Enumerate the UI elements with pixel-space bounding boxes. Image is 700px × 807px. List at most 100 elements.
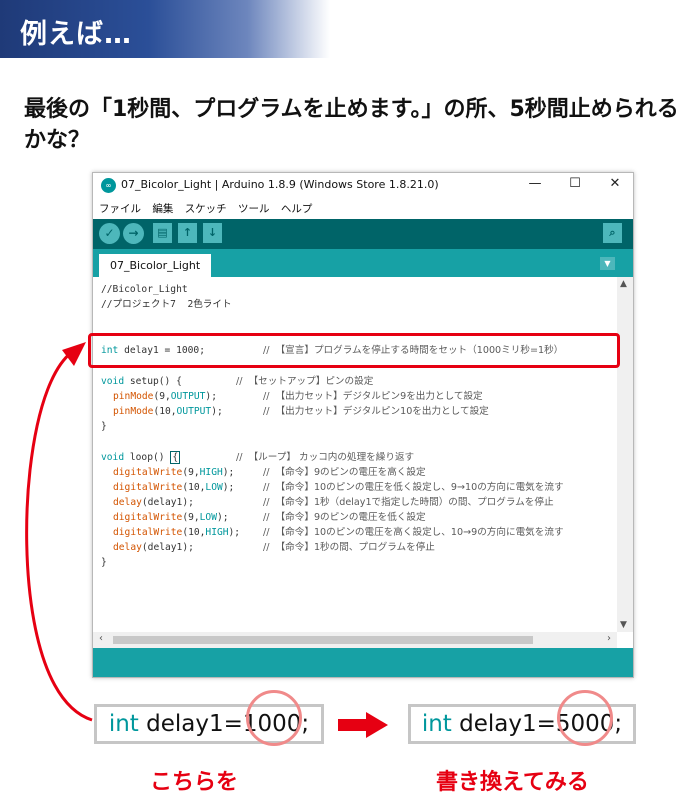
banner-title: 例えば…: [20, 19, 132, 50]
before-caption: こちらを: [150, 770, 239, 795]
code-line: void loop() {: [101, 450, 181, 465]
tab-menu-button[interactable]: ▼: [600, 257, 615, 270]
horizontal-scrollbar[interactable]: ‹ ›: [93, 632, 617, 648]
code-comment: // 【命令】1秒（delay1で指定した時間）の間、プログラムを停止: [263, 497, 554, 508]
scroll-thumb[interactable]: [113, 636, 533, 644]
code-line: delay(delay1);: [113, 495, 194, 510]
arduino-ide-window: ∞ 07_Bicolor_Light | Arduino 1.8.9 (Wind…: [92, 172, 634, 678]
serial-monitor-button[interactable]: ⌕: [603, 223, 622, 243]
code-text: (10,: [182, 482, 206, 493]
code-constant: LOW: [199, 512, 217, 523]
code-text: (10,: [153, 406, 177, 417]
highlight-frame: [88, 333, 620, 368]
verify-button[interactable]: ✓: [99, 223, 120, 244]
code-function: pinMode: [113, 406, 154, 417]
code-line: delay(delay1);: [113, 540, 194, 555]
circle-mark: [246, 690, 302, 746]
code-comment: // 【出力セット】デジタルピン10を出力として設定: [263, 406, 489, 417]
code-line: //Bicolor_Light: [101, 284, 188, 295]
code-keyword: int: [108, 711, 139, 737]
code-comment: // 【命令】9のピンの電圧を低く設定: [263, 512, 426, 523]
code-line: digitalWrite(9,HIGH);: [113, 465, 234, 480]
scroll-right-icon[interactable]: ›: [607, 633, 611, 644]
code-function: digitalWrite: [113, 482, 183, 493]
circle-mark: [557, 690, 613, 746]
code-line: }: [101, 557, 107, 568]
code-line: digitalWrite(10,LOW);: [113, 480, 234, 495]
code-line: pinMode(9,OUTPUT);: [113, 389, 217, 404]
scroll-down-icon[interactable]: ▼: [620, 620, 627, 630]
code-function: delay: [113, 497, 142, 508]
code-line: void setup() {: [101, 374, 182, 389]
tab-bar: 07_Bicolor_Light ▼: [93, 249, 633, 277]
close-button[interactable]: ✕: [603, 176, 627, 194]
console-panel: [93, 648, 633, 677]
code-function: pinMode: [113, 391, 154, 402]
code-text: (9,: [182, 512, 200, 523]
upload-button[interactable]: →: [123, 223, 144, 244]
code-line: digitalWrite(10,HIGH);: [113, 525, 240, 540]
code-function: delay: [113, 542, 142, 553]
code-brace-highlight: {: [170, 451, 181, 464]
menu-file[interactable]: ファイル: [99, 201, 141, 216]
code-text: );: [205, 391, 217, 402]
title-bar: ∞ 07_Bicolor_Light | Arduino 1.8.9 (Wind…: [93, 173, 633, 199]
code-constant: HIGH: [199, 467, 223, 478]
after-caption: 書き換えてみる: [436, 770, 589, 795]
code-text: setup() {: [124, 376, 182, 387]
code-comment: // 【命令】9のピンの電圧を高く設定: [263, 467, 426, 478]
question-text: 最後の「1秒間、プログラムを止めます。」の所、5秒間止められるかな？: [24, 97, 679, 153]
menu-tools[interactable]: ツール: [238, 201, 270, 216]
code-constant: OUTPUT: [176, 406, 212, 417]
code-function: digitalWrite: [113, 512, 183, 523]
code-text: );: [228, 527, 241, 538]
code-line: }: [101, 421, 107, 432]
code-text: (9,: [182, 467, 200, 478]
code-text: );: [222, 467, 235, 478]
code-keyword: void: [101, 452, 125, 463]
code-keyword: void: [101, 376, 125, 387]
code-text: (9,: [153, 391, 171, 402]
code-text: (delay1);: [141, 542, 194, 553]
code-text: );: [216, 512, 229, 523]
scroll-up-icon[interactable]: ▲: [620, 279, 627, 289]
menu-bar: ファイル 編集 スケッチ ツール ヘルプ: [93, 201, 314, 219]
menu-sketch[interactable]: スケッチ: [185, 201, 227, 216]
code-keyword: int: [421, 711, 452, 737]
toolbar: ✓ → ▤ ↑ ↓ ⌕: [93, 219, 633, 249]
code-comment: // 【命令】10のピンの電圧を低く設定し、9→10の方向に電気を流す: [263, 482, 564, 493]
menu-edit[interactable]: 編集: [152, 201, 173, 216]
code-comment: // 【セットアップ】ピンの設定: [236, 376, 374, 387]
save-sketch-button[interactable]: ↓: [203, 223, 222, 243]
code-function: digitalWrite: [113, 467, 183, 478]
code-line: //プロジェクト7 2色ライト: [101, 299, 232, 310]
code-constant: LOW: [205, 482, 223, 493]
code-text: (delay1);: [141, 497, 194, 508]
code-comment: // 【命令】10のピンの電圧を高く設定し、10→9の方向に電気を流す: [263, 527, 564, 538]
maximize-button[interactable]: ☐: [563, 176, 587, 194]
menu-help[interactable]: ヘルプ: [281, 201, 313, 216]
new-sketch-button[interactable]: ▤: [153, 223, 172, 243]
vertical-scrollbar[interactable]: ▲ ▼: [617, 277, 633, 632]
code-line: digitalWrite(9,LOW);: [113, 510, 229, 525]
code-text: (10,: [182, 527, 206, 538]
arduino-icon: ∞: [101, 178, 116, 193]
code-text: );: [222, 482, 235, 493]
scroll-left-icon[interactable]: ‹: [99, 633, 103, 644]
code-comment: // 【出力セット】デジタルピン9を出力として設定: [263, 391, 483, 402]
tab-sketch[interactable]: 07_Bicolor_Light: [99, 254, 212, 277]
code-text: );: [211, 406, 223, 417]
open-sketch-button[interactable]: ↑: [178, 223, 197, 243]
minimize-button[interactable]: —: [523, 176, 547, 194]
code-comment: // 【ループ】 カッコ内の処理を繰り返す: [236, 452, 415, 463]
code-constant: HIGH: [205, 527, 229, 538]
code-comment: // 【命令】1秒の間、プログラムを停止: [263, 542, 435, 553]
arrow-right-icon: [338, 712, 388, 738]
code-text: loop(): [124, 452, 171, 463]
code-line: pinMode(10,OUTPUT);: [113, 404, 223, 419]
code-function: digitalWrite: [113, 527, 183, 538]
window-title: 07_Bicolor_Light | Arduino 1.8.9 (Window…: [121, 178, 439, 191]
header-banner: 例えば…: [0, 0, 330, 58]
code-editor[interactable]: //Bicolor_Light //プロジェクト7 2色ライト int dela…: [93, 277, 617, 632]
code-constant: OUTPUT: [170, 391, 206, 402]
